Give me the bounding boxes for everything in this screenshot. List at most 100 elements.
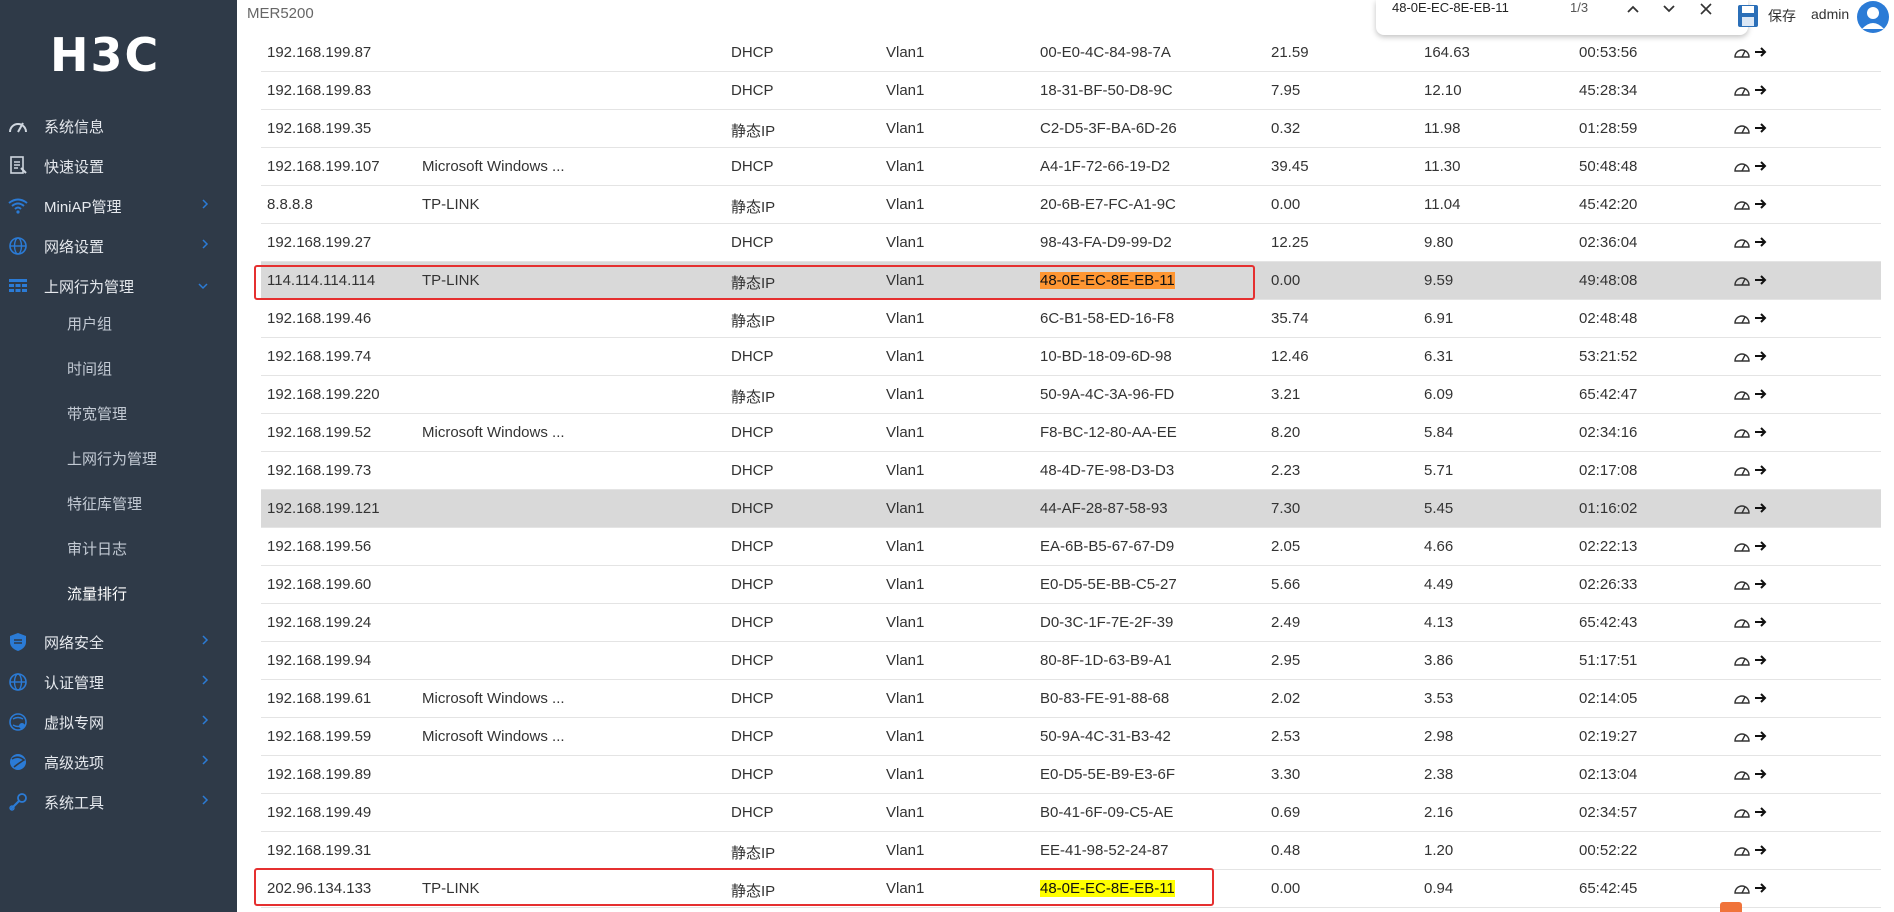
sidebar-item-8[interactable]: 高级选项 bbox=[0, 745, 237, 779]
row-actions bbox=[1734, 615, 1768, 632]
detail-button[interactable] bbox=[1754, 577, 1768, 594]
detail-button[interactable] bbox=[1754, 463, 1768, 480]
table-row[interactable]: 192.168.199.87 DHCP Vlan1 00-E0-4C-84-98-7A… bbox=[261, 34, 1881, 72]
sidebar-item-1[interactable]: 快速设置 bbox=[0, 149, 237, 183]
floating-widget[interactable] bbox=[1720, 902, 1742, 912]
save-button[interactable]: 保存 bbox=[1768, 6, 1796, 26]
row-actions bbox=[1734, 425, 1768, 442]
table-row[interactable]: 192.168.199.52 Microsoft Windows ... DHCP V… bbox=[261, 414, 1881, 452]
table-row[interactable]: 192.168.199.107 Microsoft Windows ... DHCP… bbox=[261, 148, 1881, 186]
detail-button[interactable] bbox=[1754, 729, 1768, 746]
table-row[interactable]: 192.168.199.74 DHCP Vlan1 10-BD-18-09-6D-98… bbox=[261, 338, 1881, 376]
table-row[interactable]: 192.168.199.89 DHCP Vlan1 E0-D5-5E-B9-E3-6F… bbox=[261, 756, 1881, 794]
sidebar-item-5[interactable]: 网络安全 bbox=[0, 625, 237, 659]
detail-button[interactable] bbox=[1754, 767, 1768, 784]
speed-limit-button[interactable] bbox=[1734, 197, 1750, 214]
table-row[interactable]: 192.168.199.220 静态IP Vlan1 50-9A-4C-3A-96-F… bbox=[261, 376, 1881, 414]
sidebar-item-7[interactable]: 虚拟专网 bbox=[0, 705, 237, 739]
find-prev-button[interactable] bbox=[1623, 0, 1643, 19]
detail-button[interactable] bbox=[1754, 843, 1768, 860]
speed-limit-button[interactable] bbox=[1734, 349, 1750, 366]
table-row[interactable]: 192.168.199.61 Microsoft Windows ... DHCP V… bbox=[261, 680, 1881, 718]
table-row[interactable]: 192.168.199.56 DHCP Vlan1 EA-6B-B5-67-67-D9… bbox=[261, 528, 1881, 566]
table-row[interactable]: 192.168.199.46 静态IP Vlan1 6C-B1-58-ED-16-F8… bbox=[261, 300, 1881, 338]
find-close-button[interactable] bbox=[1696, 0, 1716, 19]
table-row[interactable]: 192.168.199.59 Microsoft Windows ... DHCP V… bbox=[261, 718, 1881, 756]
sidebar-item-2[interactable]: MiniAP管理 bbox=[0, 189, 237, 223]
detail-button[interactable] bbox=[1754, 501, 1768, 518]
speed-limit-button[interactable] bbox=[1734, 805, 1750, 822]
cell-time: 45:28:34 bbox=[1579, 82, 1638, 99]
detail-button[interactable] bbox=[1754, 425, 1768, 442]
find-next-button[interactable] bbox=[1659, 0, 1679, 19]
sidebar-subitem[interactable]: 上网行为管理 bbox=[67, 448, 157, 469]
sidebar-subitem[interactable]: 审计日志 bbox=[67, 538, 127, 559]
sidebar-subitem[interactable]: 特征库管理 bbox=[67, 493, 142, 514]
table-row[interactable]: 192.168.199.60 DHCP Vlan1 E0-D5-5E-BB-C5-27… bbox=[261, 566, 1881, 604]
speed-limit-button[interactable] bbox=[1734, 615, 1750, 632]
speed-limit-button[interactable] bbox=[1734, 235, 1750, 252]
table-row[interactable]: 192.168.199.24 DHCP Vlan1 D0-3C-1F-7E-2F-39… bbox=[261, 604, 1881, 642]
arrow-right-icon bbox=[1755, 85, 1767, 95]
sidebar-subitem[interactable]: 带宽管理 bbox=[67, 403, 127, 424]
detail-button[interactable] bbox=[1754, 159, 1768, 176]
arrow-right-icon bbox=[1755, 655, 1767, 665]
speed-limit-button[interactable] bbox=[1734, 577, 1750, 594]
speed-gauge-icon bbox=[1734, 429, 1750, 438]
speed-limit-button[interactable] bbox=[1734, 121, 1750, 138]
speed-limit-button[interactable] bbox=[1734, 653, 1750, 670]
detail-button[interactable] bbox=[1754, 197, 1768, 214]
speed-limit-button[interactable] bbox=[1734, 501, 1750, 518]
detail-button[interactable] bbox=[1754, 83, 1768, 100]
speed-limit-button[interactable] bbox=[1734, 463, 1750, 480]
detail-button[interactable] bbox=[1754, 121, 1768, 138]
speed-limit-button[interactable] bbox=[1734, 159, 1750, 176]
detail-button[interactable] bbox=[1754, 653, 1768, 670]
speed-limit-button[interactable] bbox=[1734, 311, 1750, 328]
speed-limit-button[interactable] bbox=[1734, 881, 1750, 898]
sidebar-item-3[interactable]: 网络设置 bbox=[0, 229, 237, 263]
table-row[interactable]: 192.168.199.94 DHCP Vlan1 80-8F-1D-63-B9-A1… bbox=[261, 642, 1881, 680]
speed-limit-button[interactable] bbox=[1734, 767, 1750, 784]
speed-limit-button[interactable] bbox=[1734, 539, 1750, 556]
find-input[interactable]: 48-0E-EC-8E-EB-11 bbox=[1392, 0, 1509, 15]
table-row[interactable]: 192.168.199.49 DHCP Vlan1 B0-41-6F-09-C5-AE… bbox=[261, 794, 1881, 832]
sidebar-subitem[interactable]: 流量排行 bbox=[67, 583, 127, 604]
detail-button[interactable] bbox=[1754, 349, 1768, 366]
detail-button[interactable] bbox=[1754, 805, 1768, 822]
speed-limit-button[interactable] bbox=[1734, 843, 1750, 860]
sidebar-item-4[interactable]: 上网行为管理 bbox=[0, 269, 237, 303]
avatar[interactable] bbox=[1856, 0, 1890, 37]
detail-button[interactable] bbox=[1754, 311, 1768, 328]
save-icon[interactable] bbox=[1737, 4, 1759, 31]
table-row[interactable]: 8.8.8.8 TP-LINK 静态IP Vlan1 20-6B-E7-FC-A1-9C… bbox=[261, 186, 1881, 224]
table-row[interactable]: 192.168.199.73 DHCP Vlan1 48-4D-7E-98-D3-D3… bbox=[261, 452, 1881, 490]
speed-limit-button[interactable] bbox=[1734, 83, 1750, 100]
speed-limit-button[interactable] bbox=[1734, 273, 1750, 290]
sidebar-subitem[interactable]: 时间组 bbox=[67, 358, 112, 379]
sidebar-item-0[interactable]: 系统信息 bbox=[0, 109, 237, 143]
detail-button[interactable] bbox=[1754, 881, 1768, 898]
detail-button[interactable] bbox=[1754, 387, 1768, 404]
speed-limit-button[interactable] bbox=[1734, 729, 1750, 746]
detail-button[interactable] bbox=[1754, 691, 1768, 708]
cell-ip: 192.168.199.220 bbox=[267, 386, 380, 403]
detail-button[interactable] bbox=[1754, 615, 1768, 632]
cell-down: 11.30 bbox=[1424, 158, 1461, 175]
table-row[interactable]: 192.168.199.31 静态IP Vlan1 EE-41-98-52-24-87… bbox=[261, 832, 1881, 870]
speed-limit-button[interactable] bbox=[1734, 387, 1750, 404]
speed-limit-button[interactable] bbox=[1734, 425, 1750, 442]
sidebar-item-9[interactable]: 系统工具 bbox=[0, 785, 237, 819]
table-row[interactable]: 192.168.199.83 DHCP Vlan1 18-31-BF-50-D8-9C… bbox=[261, 72, 1881, 110]
detail-button[interactable] bbox=[1754, 45, 1768, 62]
sidebar-subitem[interactable]: 用户组 bbox=[67, 313, 112, 334]
detail-button[interactable] bbox=[1754, 273, 1768, 290]
table-row[interactable]: 192.168.199.35 静态IP Vlan1 C2-D5-3F-BA-6D-26… bbox=[261, 110, 1881, 148]
speed-limit-button[interactable] bbox=[1734, 691, 1750, 708]
detail-button[interactable] bbox=[1754, 235, 1768, 252]
sidebar-item-6[interactable]: 认证管理 bbox=[0, 665, 237, 699]
table-row[interactable]: 192.168.199.121 DHCP Vlan1 44-AF-28-87-58-9… bbox=[261, 490, 1881, 528]
speed-limit-button[interactable] bbox=[1734, 45, 1750, 62]
table-row[interactable]: 192.168.199.27 DHCP Vlan1 98-43-FA-D9-99-D2… bbox=[261, 224, 1881, 262]
detail-button[interactable] bbox=[1754, 539, 1768, 556]
